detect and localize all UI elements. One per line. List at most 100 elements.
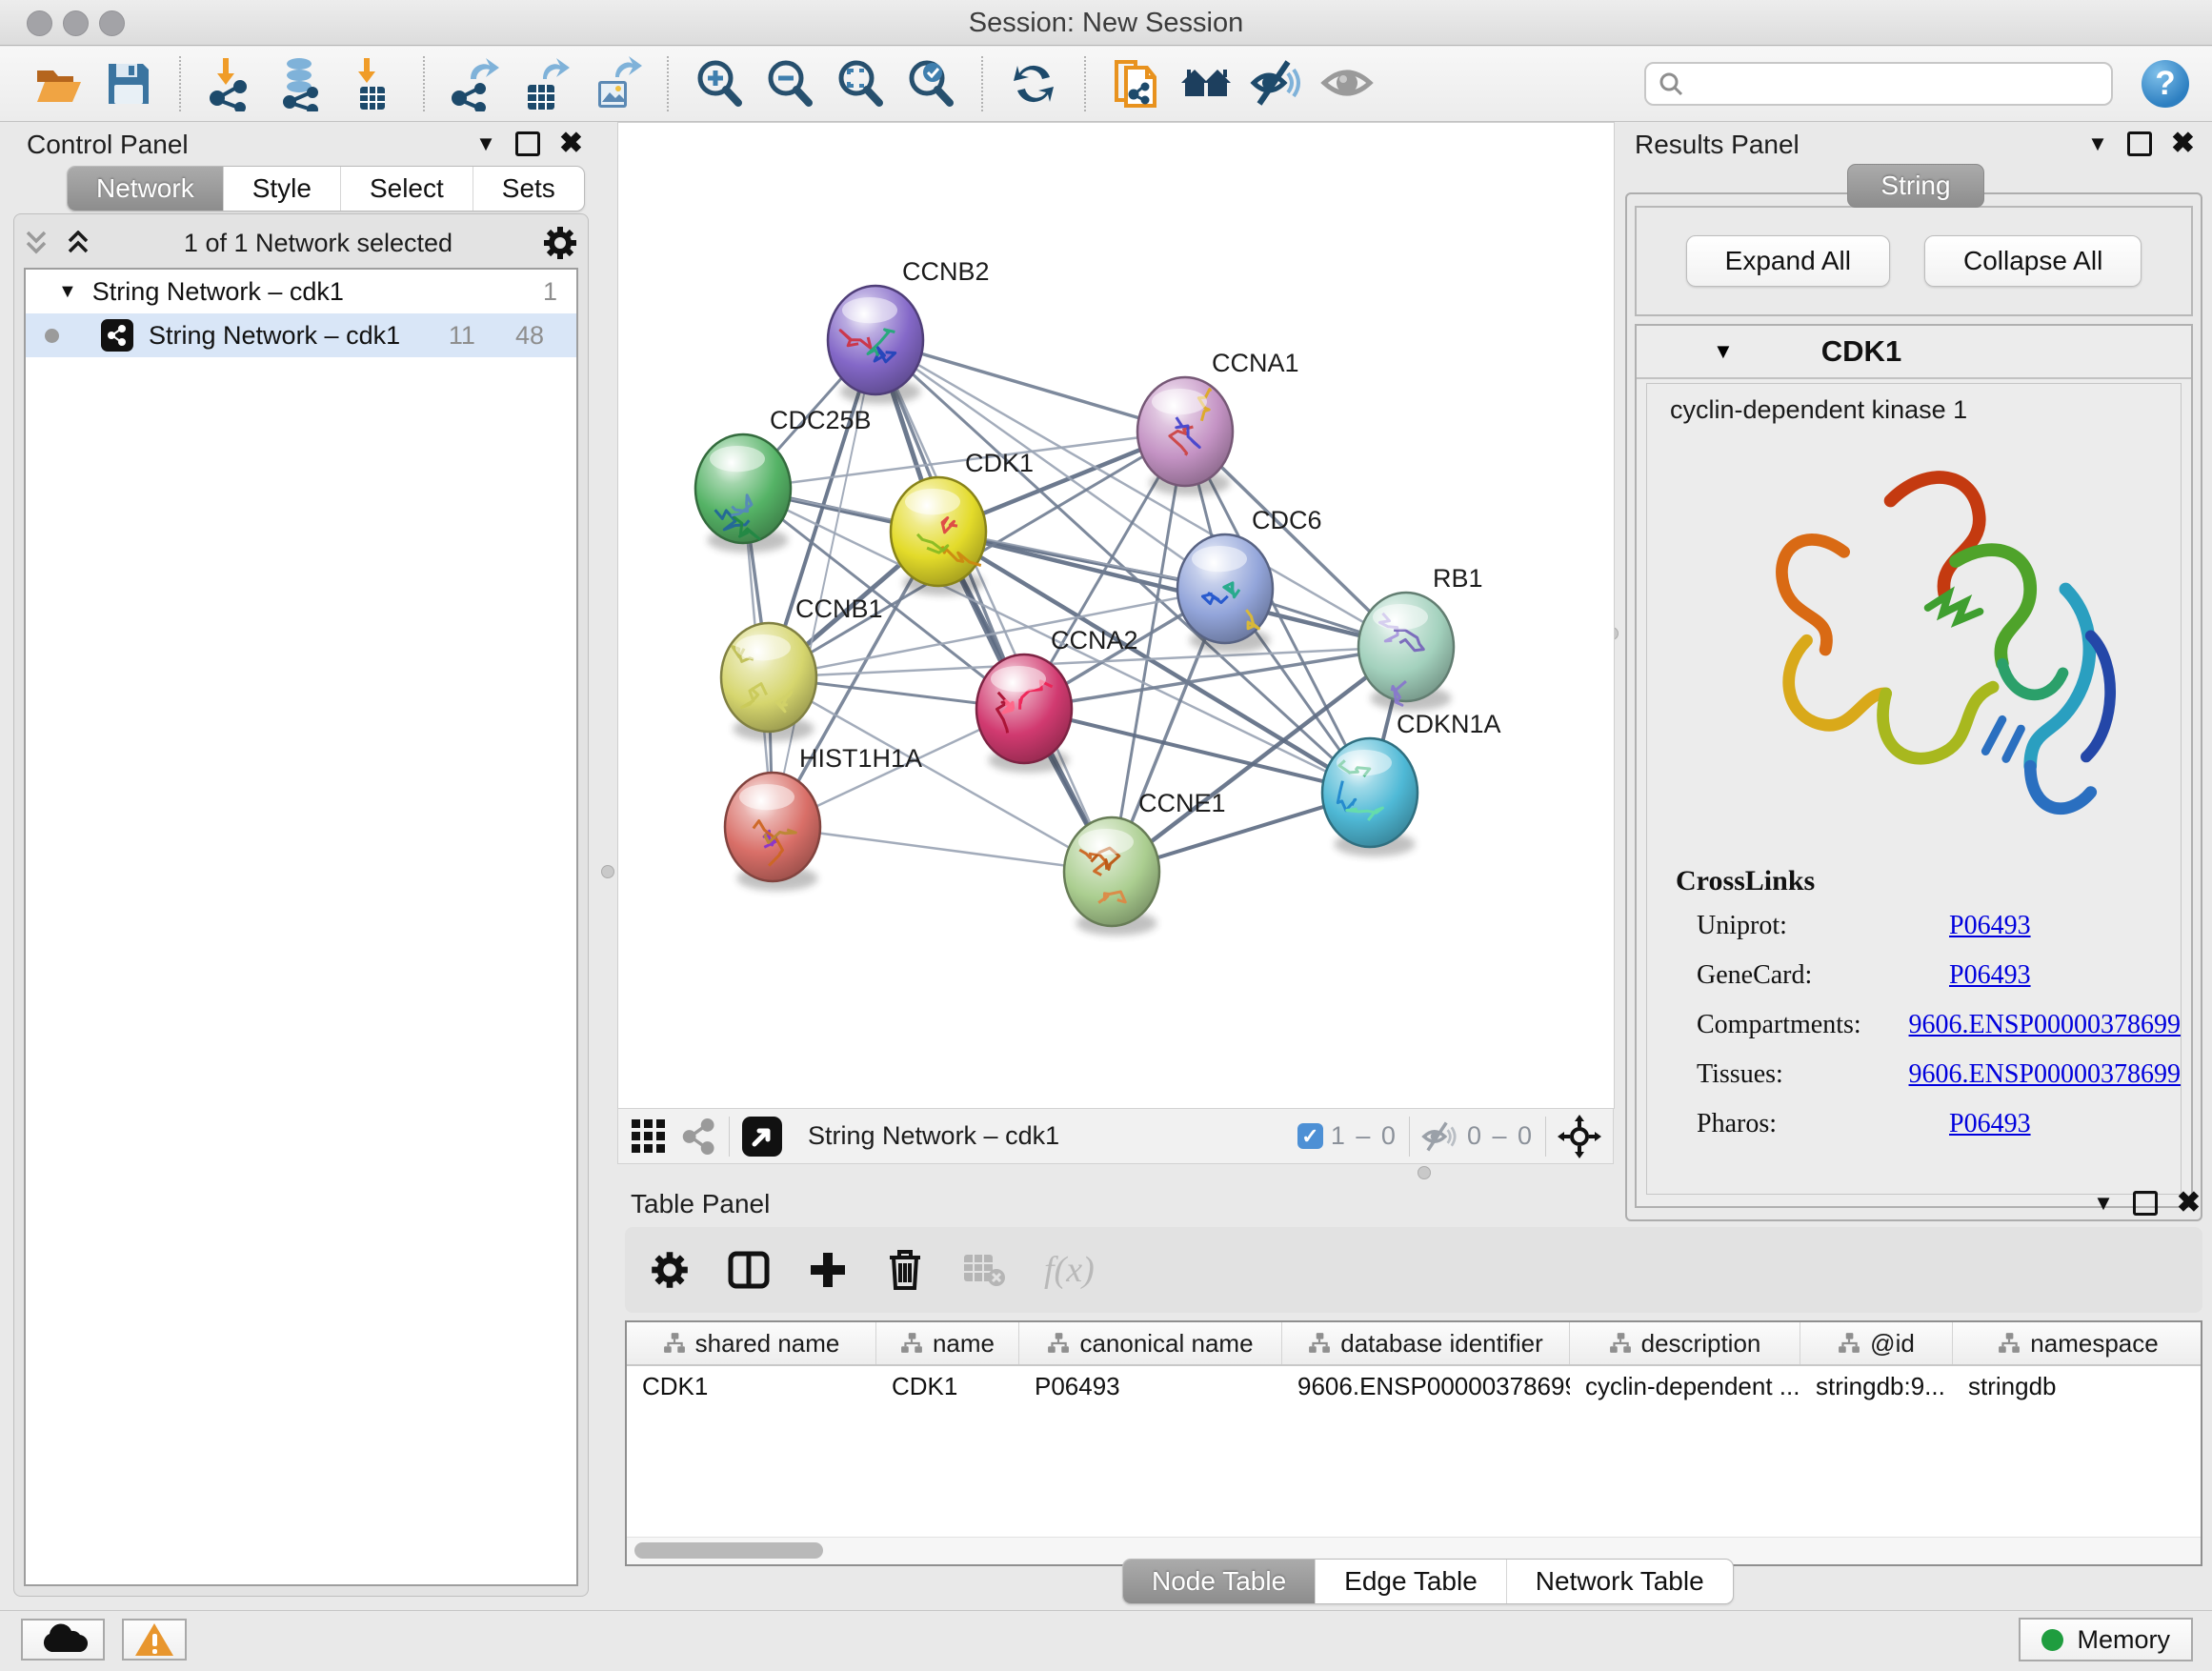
export-network-icon[interactable]	[446, 54, 505, 113]
network-options-gear-icon[interactable]	[542, 225, 578, 261]
column-header-name[interactable]: name	[876, 1322, 1019, 1364]
network-node-CCNB2[interactable]: CCNB2	[828, 257, 990, 404]
network-edge-count: 48	[515, 321, 544, 351]
network-node-RB1[interactable]: RB1	[1358, 564, 1483, 711]
toolbar-separator	[423, 56, 425, 111]
left-splitter[interactable]	[600, 122, 615, 1610]
table-panel-menu-icon[interactable]: ▼	[2093, 1191, 2114, 1216]
crosslink-link[interactable]: 9606.ENSP00000378699	[1909, 1010, 2181, 1040]
search-input[interactable]	[1694, 69, 2100, 100]
table-gear-icon[interactable]	[650, 1250, 690, 1290]
edge-ccnb2-ccne1[interactable]	[875, 340, 1112, 872]
network-node-CCNA1[interactable]: CCNA1	[1137, 349, 1299, 495]
results-panel-float-icon[interactable]	[2127, 131, 2152, 156]
scrollbar-thumb[interactable]	[634, 1542, 823, 1559]
column-header-namespace[interactable]: namespace	[1953, 1322, 2202, 1364]
collapse-all-button[interactable]: Collapse All	[1924, 235, 2142, 287]
crosslink-row: Tissues:9606.ENSP00000378699	[1676, 1059, 2181, 1090]
column-header-description[interactable]: description	[1570, 1322, 1800, 1364]
hide-selected-icon[interactable]	[1248, 54, 1307, 113]
search-icon	[1658, 70, 1684, 97]
memory-button[interactable]: Memory	[2019, 1618, 2193, 1661]
column-header-shared-name[interactable]: shared name	[627, 1322, 876, 1364]
crosslink-row: Pharos:P06493	[1676, 1109, 2181, 1139]
expand-all-icon[interactable]	[66, 231, 94, 255]
collapse-all-icon[interactable]	[24, 231, 52, 255]
open-in-new-window-icon[interactable]	[741, 1116, 783, 1158]
control-panel-float-icon[interactable]	[515, 131, 540, 156]
tab-network[interactable]: Network	[68, 167, 223, 211]
import-table-from-file-icon[interactable]	[343, 54, 402, 113]
zoom-out-icon[interactable]	[760, 54, 819, 113]
tab-style[interactable]: Style	[223, 167, 340, 211]
table-cell: CDK1	[627, 1372, 876, 1401]
import-network-from-database-icon[interactable]	[272, 54, 332, 113]
gene-description: cyclin-dependent kinase 1	[1647, 384, 2181, 425]
home-icon[interactable]	[1177, 54, 1237, 113]
results-panel-menu-icon[interactable]: ▼	[2087, 131, 2108, 156]
tab-string[interactable]: String	[1847, 164, 1983, 208]
selected-checkbox-icon[interactable]: ✓	[1297, 1123, 1323, 1149]
help-icon[interactable]: ?	[2142, 60, 2189, 108]
show-all-icon[interactable]	[1318, 54, 1377, 113]
column-header--id[interactable]: @id	[1800, 1322, 1953, 1364]
delete-column-icon[interactable]	[886, 1248, 924, 1292]
table-panel-close-icon[interactable]: ✖	[2177, 1189, 2201, 1218]
zoom-fit-icon[interactable]	[831, 54, 890, 113]
cloud-status-button[interactable]	[21, 1619, 105, 1661]
zoom-in-icon[interactable]	[690, 54, 749, 113]
network-canvas[interactable]: CCNB2CCNA1CDC25BCDK1CDC6RB1CCNB1CCNA2CDK…	[617, 122, 1615, 1109]
tab-edge-table[interactable]: Edge Table	[1315, 1560, 1506, 1603]
table-panel-float-icon[interactable]	[2133, 1191, 2158, 1216]
network-node-CCNE1[interactable]: CCNE1	[1064, 789, 1226, 936]
node-label-CDC6: CDC6	[1252, 506, 1322, 534]
warning-status-button[interactable]	[122, 1619, 187, 1661]
node-table: shared namenamecanonical namedatabase id…	[625, 1320, 2202, 1566]
network-row-selected[interactable]: String Network – cdk1 11 48	[26, 313, 576, 357]
import-network-from-file-icon[interactable]	[202, 54, 261, 113]
column-selector-icon[interactable]	[728, 1249, 770, 1291]
update-available-icon[interactable]	[1004, 54, 1063, 113]
crosslink-link[interactable]: P06493	[1949, 1109, 2031, 1139]
crosslink-link[interactable]: P06493	[1949, 911, 2031, 941]
crosslinks-section: CrossLinks Uniprot:P06493GeneCard:P06493…	[1647, 859, 2181, 1139]
results-panel-close-icon[interactable]: ✖	[2171, 130, 2195, 158]
collection-caret-icon[interactable]: ▼	[58, 281, 77, 303]
tab-sets[interactable]: Sets	[473, 167, 584, 211]
network-node-CCNB1[interactable]: CCNB1	[721, 594, 883, 741]
table-row[interactable]: CDK1CDK1P064939606.ENSP00000378699cyclin…	[627, 1366, 2201, 1406]
network-node-HIST1H1A[interactable]: HIST1H1A	[725, 744, 922, 891]
control-panel-close-icon[interactable]: ✖	[559, 130, 583, 158]
search-box	[1644, 62, 2113, 106]
fit-content-crosshair-icon[interactable]	[1558, 1115, 1601, 1158]
export-table-icon[interactable]	[516, 54, 575, 113]
crosslink-link[interactable]: 9606.ENSP00000378699	[1909, 1059, 2181, 1090]
network-node-CDC25B[interactable]: CDC25B	[695, 406, 872, 553]
hidden-eye-icon[interactable]	[1421, 1121, 1459, 1152]
export-image-icon[interactable]	[587, 54, 646, 113]
network-share-icon[interactable]	[681, 1118, 717, 1155]
add-column-icon[interactable]	[808, 1250, 848, 1290]
network-node-CDK1[interactable]: CDK1	[891, 449, 1034, 595]
tab-select[interactable]: Select	[340, 167, 473, 211]
column-header-database-identifier[interactable]: database identifier	[1282, 1322, 1570, 1364]
crosslink-link[interactable]: P06493	[1949, 960, 2031, 991]
tab-node-table[interactable]: Node Table	[1123, 1560, 1315, 1603]
network-collection-row[interactable]: ▼ String Network – cdk1 1	[26, 270, 576, 313]
edge-hist1h1a-ccne1[interactable]	[773, 827, 1112, 872]
zoom-selected-icon[interactable]	[901, 54, 960, 113]
column-header-canonical-name[interactable]: canonical name	[1019, 1322, 1282, 1364]
entry-caret-icon[interactable]: ▼	[1713, 339, 1734, 364]
control-panel-menu-icon[interactable]: ▼	[475, 131, 496, 156]
expand-all-button[interactable]: Expand All	[1686, 235, 1890, 287]
entry-header[interactable]: ▼ CDK1	[1637, 326, 2191, 379]
open-session-icon[interactable]	[29, 54, 88, 113]
string-document-icon[interactable]	[1107, 54, 1166, 113]
birds-eye-view-icon[interactable]	[630, 1117, 668, 1156]
tab-network-table[interactable]: Network Table	[1506, 1560, 1733, 1603]
titlebar: Session: New Session	[0, 0, 2212, 46]
network-node-CDKN1A[interactable]: CDKN1A	[1322, 710, 1501, 856]
save-session-icon[interactable]	[99, 54, 158, 113]
edge-cdk1-rb1[interactable]	[938, 532, 1406, 647]
main-toolbar: ?	[0, 47, 2212, 122]
